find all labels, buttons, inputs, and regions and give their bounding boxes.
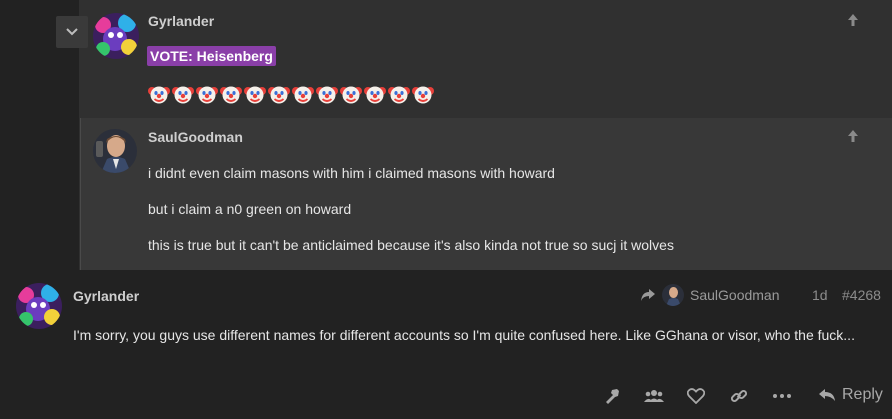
clown-face-icon — [148, 86, 170, 104]
clown-emoji-row — [148, 83, 434, 105]
clown-face-icon — [220, 86, 242, 104]
share-arrow-icon — [641, 289, 655, 301]
arrow-up-icon[interactable] — [846, 129, 860, 143]
clown-face-icon — [340, 86, 362, 104]
collapse-toggle-button[interactable] — [56, 16, 88, 48]
clown-face-icon — [316, 86, 338, 104]
clown-face-icon — [268, 86, 290, 104]
clown-face-icon — [172, 86, 194, 104]
clown-face-icon — [292, 86, 314, 104]
avatar[interactable] — [93, 129, 137, 173]
post-author[interactable]: Gyrlander — [73, 288, 139, 304]
post-age[interactable]: 1d — [812, 287, 828, 303]
users-icon[interactable] — [644, 386, 664, 406]
clown-face-icon — [196, 86, 218, 104]
reply-to-link[interactable]: SaulGoodman — [640, 284, 780, 306]
post-body: I'm sorry, you guys use different names … — [73, 327, 855, 343]
reply-to-username: SaulGoodman — [690, 287, 780, 303]
reply-icon — [819, 389, 835, 401]
clown-face-icon — [412, 86, 434, 104]
quote-author[interactable]: Gyrlander — [148, 13, 214, 29]
avatar[interactable] — [16, 283, 62, 329]
link-icon[interactable] — [729, 386, 749, 406]
nested-quote-line: i didnt even claim masons with him i cla… — [148, 165, 555, 181]
chevron-down-icon — [66, 28, 78, 36]
nested-quote-line: this is true but it can't be anticlaimed… — [148, 237, 674, 253]
hammer-icon[interactable] — [602, 386, 622, 406]
avatar[interactable] — [93, 13, 139, 59]
clown-face-icon — [364, 86, 386, 104]
nested-quote-line: but i claim a n0 green on howard — [148, 201, 352, 217]
clown-face-icon — [244, 86, 266, 104]
post-number[interactable]: #4268 — [842, 287, 881, 303]
arrow-up-icon[interactable] — [846, 13, 860, 27]
clown-face-icon — [388, 86, 410, 104]
avatar — [662, 284, 684, 306]
nested-quote-author[interactable]: SaulGoodman — [148, 129, 243, 145]
ellipsis-icon[interactable] — [772, 386, 792, 406]
reply-label: Reply — [842, 386, 883, 403]
reply-button[interactable]: Reply — [818, 386, 883, 404]
heart-icon[interactable] — [686, 386, 706, 406]
vote-tag: VOTE: Heisenberg — [147, 46, 276, 66]
